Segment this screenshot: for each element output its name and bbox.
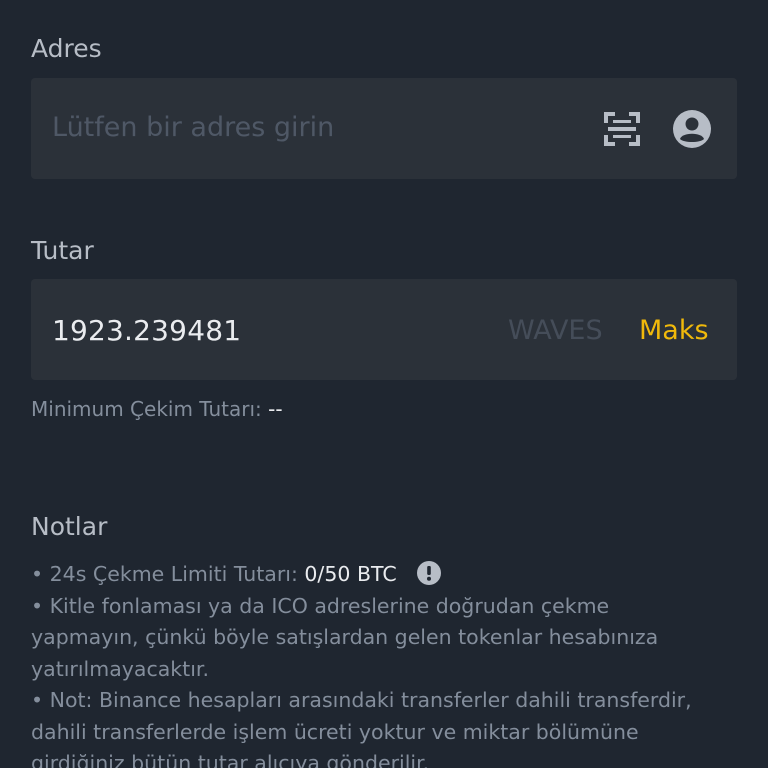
- notes-title: Notlar: [31, 512, 108, 541]
- amount-input[interactable]: 1923.239481: [52, 314, 241, 347]
- qr-scan-icon[interactable]: [604, 112, 640, 146]
- note-text-line: • Not: Binance hesapları arasındaki tran…: [31, 688, 692, 712]
- note-text-line: • Kitle fonlaması ya da ICO adreslerine …: [31, 593, 610, 618]
- note-text-line: yapmayın, çünkü böyle satışlardan gelen …: [31, 625, 659, 649]
- daily-limit-label: • 24s Çekme Limiti Tutarı:: [31, 562, 298, 586]
- note-text-line: dahili transferlerde işlem ücreti yoktur…: [31, 719, 639, 744]
- notes-list: • 24s Çekme Limiti Tutarı: 0/50 BTC • Ki…: [31, 559, 731, 768]
- max-button[interactable]: Maks: [639, 315, 709, 346]
- currency-label: WAVES: [508, 315, 603, 346]
- exclamation-circle-icon[interactable]: [417, 561, 442, 585]
- note-text-line: girdiğiniz bütün tutar alıcıya gönderili…: [31, 751, 430, 768]
- address-field[interactable]: Lütfen bir adres girin: [31, 78, 737, 179]
- withdraw-form: Adres Lütfen bir adres girin Tutar 1923.…: [0, 0, 768, 768]
- minimum-withdrawal: Minimum Çekim Tutarı: --: [31, 397, 283, 421]
- user-circle-icon[interactable]: [672, 109, 712, 149]
- amount-label: Tutar: [31, 236, 94, 265]
- note-text-line: yatırılmayacaktır.: [31, 656, 209, 681]
- address-placeholder[interactable]: Lütfen bir adres girin: [52, 112, 334, 143]
- minimum-withdrawal-label: Minimum Çekim Tutarı:: [31, 397, 262, 421]
- minimum-withdrawal-value: --: [268, 397, 283, 421]
- address-label: Adres: [31, 34, 102, 63]
- amount-field[interactable]: 1923.239481 WAVES Maks: [31, 279, 737, 380]
- daily-limit-value: 0/50 BTC: [304, 562, 397, 586]
- daily-limit-line: • 24s Çekme Limiti Tutarı: 0/50 BTC: [31, 559, 731, 591]
